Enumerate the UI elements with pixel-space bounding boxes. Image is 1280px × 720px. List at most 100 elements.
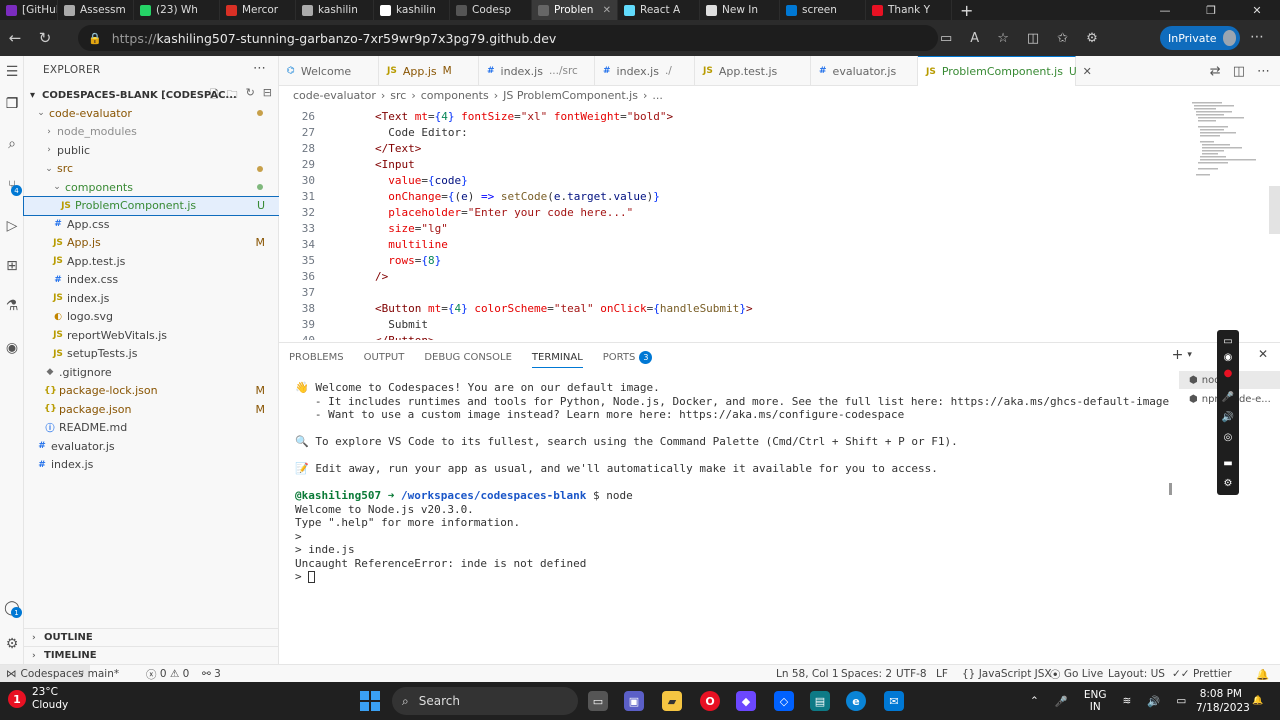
editor-tab[interactable]: ⌬ Welcome <box>279 56 379 86</box>
refresh-explorer-icon[interactable]: ↻ <box>246 86 255 105</box>
tree-file[interactable]: JS App.test.js <box>24 252 279 270</box>
new-terminal-icon[interactable]: + <box>1172 347 1184 363</box>
editor-tab[interactable]: # index.js .../src <box>479 56 595 86</box>
language-mode[interactable]: {} JavaScript JSX <box>962 665 1052 683</box>
search-icon[interactable]: ⌕ <box>0 132 24 156</box>
code-line[interactable]: 30 value={code} <box>279 172 468 188</box>
teams-chat-icon[interactable]: ▣ <box>624 691 644 711</box>
minimap[interactable] <box>1190 100 1268 190</box>
tree-file[interactable]: # evaluator.js <box>24 437 279 455</box>
task-view-icon[interactable]: ▭ <box>588 691 608 711</box>
extensions-view-icon[interactable]: ⊞ <box>0 254 24 278</box>
split-screen-icon[interactable]: ◫ <box>1027 31 1039 46</box>
microphone-icon[interactable]: 🎤 <box>1217 388 1239 406</box>
code-line[interactable]: 26 <Text mt={4} fontSize="xl" fontWeight=… <box>279 108 673 124</box>
app-icon[interactable]: ▤ <box>810 691 830 711</box>
browser-tab[interactable]: screen <box>780 0 866 20</box>
browser-tab[interactable]: kashilin <box>296 0 374 20</box>
minimize-icon[interactable]: — <box>1142 0 1188 20</box>
opera-icon[interactable]: O <box>700 691 720 711</box>
tree-file[interactable]: ⓘ README.md <box>24 419 279 437</box>
code-line[interactable]: 35 rows={8} <box>279 252 442 268</box>
close-window-icon[interactable]: ✕ <box>1234 0 1280 20</box>
source-control-icon[interactable]: ⑂4 <box>0 174 24 198</box>
browser-tab[interactable]: Problen ✕ <box>532 0 618 20</box>
browser-tab[interactable]: Assessm <box>58 0 134 20</box>
breadcrumb-item[interactable]: src <box>390 89 406 102</box>
taskbar-search[interactable]: ⌕ Search <box>392 687 578 715</box>
volume-icon[interactable]: 🔊 <box>1147 695 1160 708</box>
code-line[interactable]: 36 /> <box>279 268 389 284</box>
compare-icon[interactable]: ⇄ <box>1210 64 1221 79</box>
editor-tab[interactable]: JS App.js M <box>379 56 479 86</box>
language-indicator[interactable]: ENG IN <box>1084 689 1107 713</box>
editor-tab[interactable]: JS ProblemComponent.js U ✕ <box>918 56 1092 86</box>
tree-file[interactable]: # App.css <box>24 215 279 233</box>
indentation[interactable]: Spaces: 2 <box>841 665 892 683</box>
github-icon[interactable]: ◉ <box>0 336 24 360</box>
tree-folder[interactable]: ⌄ src <box>24 160 279 178</box>
browser-tab[interactable]: New In <box>700 0 780 20</box>
battery-icon[interactable]: ▭ <box>1176 695 1186 707</box>
clock[interactable]: 8:08 PM 7/18/2023 <box>1196 687 1250 715</box>
read-aloud-icon[interactable]: A <box>970 31 979 46</box>
browser-tab[interactable]: (23) Wh <box>134 0 220 20</box>
run-debug-icon[interactable]: ▷ <box>0 214 24 238</box>
panel-tab[interactable]: DEBUG CONSOLE <box>424 352 512 363</box>
tree-file[interactable]: # index.js <box>24 456 279 474</box>
screen-icon[interactable]: ▬ <box>1217 454 1239 472</box>
tree-folder[interactable]: › public <box>24 141 279 159</box>
prettier-status[interactable]: ✓✓ Prettier <box>1172 665 1232 683</box>
panel-tab[interactable]: TERMINAL <box>531 347 583 368</box>
keyboard-layout[interactable]: Layout: US <box>1108 665 1165 683</box>
ports-indicator[interactable]: ⚯ 3 <box>202 665 221 683</box>
code-line[interactable]: 34 multiline <box>279 236 448 252</box>
maximize-icon[interactable]: ❐ <box>1188 0 1234 20</box>
code-line[interactable]: 32 placeholder="Enter your code here..." <box>279 204 634 220</box>
outline-section[interactable]: › OUTLINE <box>24 628 279 646</box>
split-editor-icon[interactable]: ◫ <box>1233 64 1245 79</box>
chevron-up-icon[interactable]: ⌃ <box>1030 695 1039 707</box>
breadcrumb-item[interactable]: ... <box>652 89 663 102</box>
breadcrumb-item[interactable]: components <box>421 89 489 102</box>
breadcrumb-item[interactable]: code-evaluator <box>293 89 376 102</box>
tree-folder[interactable]: ⌄ code-evaluator <box>24 104 279 122</box>
browser-tab[interactable]: React A <box>618 0 700 20</box>
code-line[interactable]: 39 Submit <box>279 316 428 332</box>
inprivate-button[interactable]: InPrivate <box>1160 26 1240 50</box>
mail-icon[interactable]: ✉ <box>884 691 904 711</box>
end-of-line[interactable]: LF <box>936 665 948 683</box>
browser-tab[interactable]: Thank Y <box>866 0 952 20</box>
close-panel-icon[interactable]: ✕ <box>1258 347 1268 363</box>
tree-folder[interactable]: ⌄ components <box>24 178 279 196</box>
code-line[interactable]: 38 <Button mt={4} colorScheme="teal" onCl… <box>279 300 753 316</box>
microphone-icon[interactable]: 🎤 <box>1055 695 1068 708</box>
app-install-icon[interactable]: ▭ <box>940 31 952 46</box>
explorer-more-icon[interactable]: ⋯ <box>253 61 266 76</box>
settings-gear-icon[interactable]: ⚙ <box>0 632 24 656</box>
code-line[interactable]: 33 size="lg" <box>279 220 448 236</box>
notifications-bell-icon[interactable]: 🔔 <box>1256 665 1269 683</box>
code-line[interactable]: 27 Code Editor: <box>279 124 468 140</box>
browser-tab[interactable]: [GitHub <box>0 0 58 20</box>
tree-file[interactable]: JS ProblemComponent.js U <box>23 195 280 216</box>
browser-tab[interactable]: Codesp <box>450 0 532 20</box>
branch-indicator[interactable]: ⑂ main* <box>78 665 119 683</box>
speaker-icon[interactable]: 🔊 <box>1217 408 1239 426</box>
remote-indicator[interactable]: ⋈ Codespaces <box>0 665 90 683</box>
code-line[interactable]: 28 </Text> <box>279 140 422 156</box>
code-line[interactable]: 40 </Button> <box>279 332 435 341</box>
panel-tab[interactable]: PORTS 3 <box>603 350 653 364</box>
panel-tab[interactable]: PROBLEMS <box>289 352 344 363</box>
new-tab-icon[interactable]: + <box>952 0 981 20</box>
refresh-icon[interactable]: ↻ <box>30 29 60 47</box>
new-file-icon[interactable]: 🗋 <box>210 86 219 105</box>
breadcrumb-item[interactable]: JS ProblemComponent.js <box>503 89 638 102</box>
back-icon[interactable]: ← <box>0 29 30 47</box>
dropbox-icon[interactable]: ◇ <box>774 691 794 711</box>
collapse-all-icon[interactable]: ⊟ <box>263 86 272 105</box>
extensions-icon[interactable]: ⚙ <box>1086 31 1098 46</box>
go-live-button[interactable]: ⦿ Go Live <box>1050 665 1103 683</box>
timeline-section[interactable]: › TIMELINE <box>24 646 279 664</box>
editor-tab[interactable]: JS App.test.js <box>695 56 811 86</box>
